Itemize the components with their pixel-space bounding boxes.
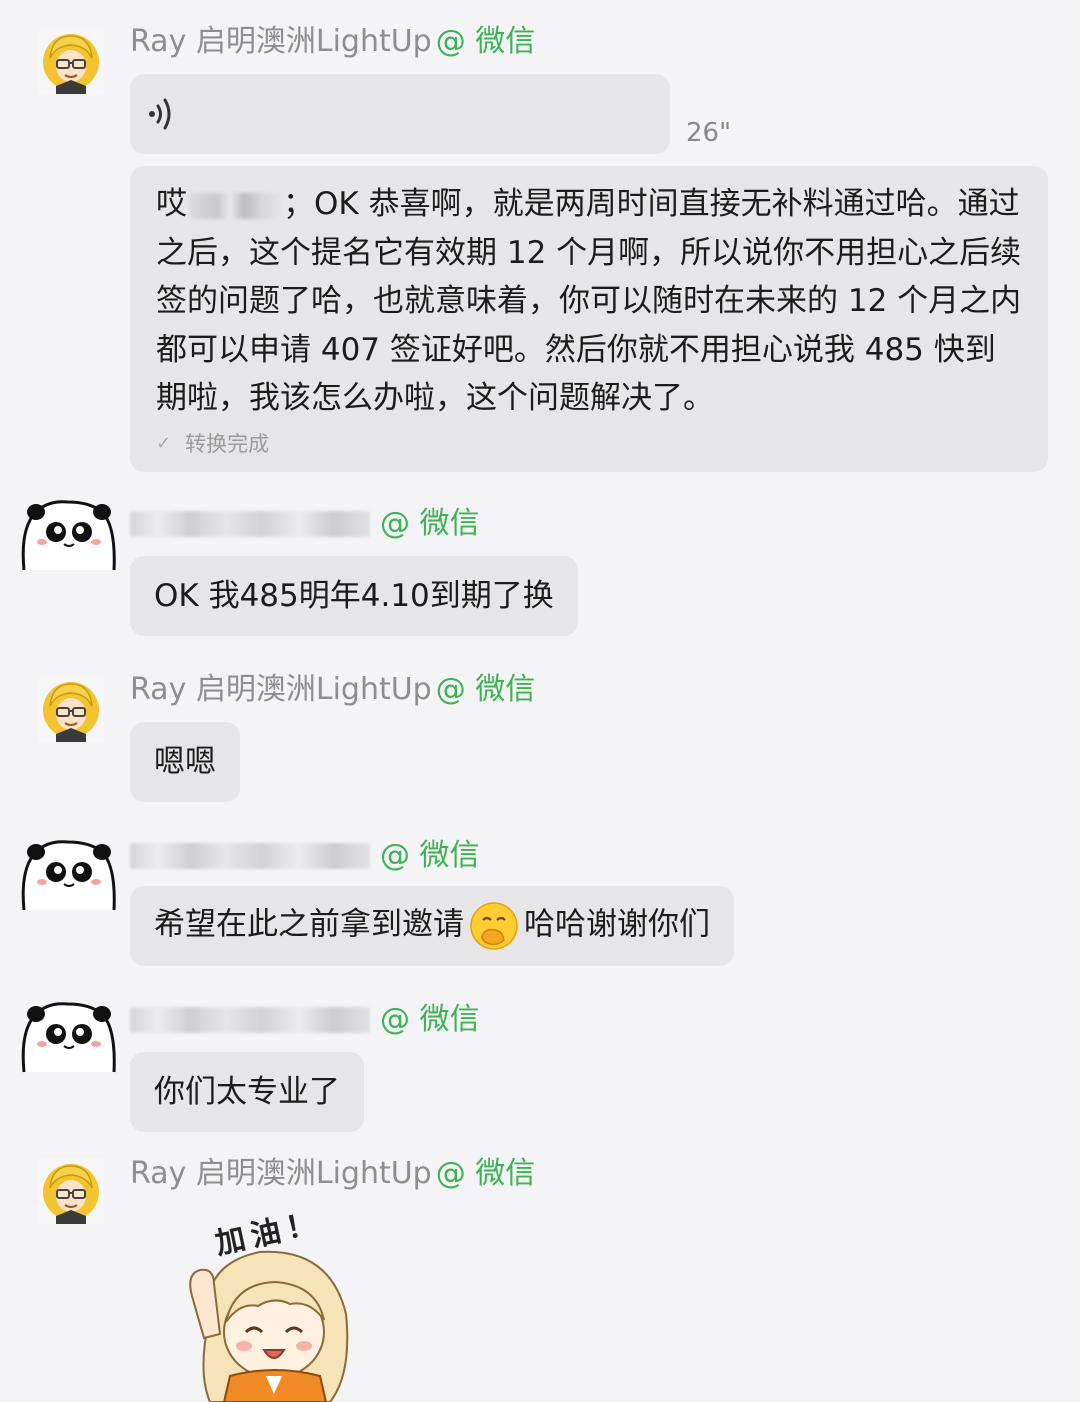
text-message-bubble[interactable]: OK 我485明年4.10到期了换 (130, 556, 578, 636)
sender-name-row: @ 微信 (130, 836, 480, 876)
text-message-bubble[interactable]: 嗯嗯 (130, 722, 240, 802)
avatar[interactable] (18, 498, 120, 572)
blurred-name (189, 192, 281, 219)
sender-name-row: Ray 启明澳洲LightUp @ 微信 (130, 22, 535, 62)
avatar[interactable] (38, 28, 104, 94)
text-message-bubble[interactable]: 你们太专业了 (130, 1052, 364, 1132)
sender-tag: @ 微信 (380, 506, 480, 541)
sender-name[interactable]: Ray 启明澳洲LightUp (130, 22, 432, 62)
sender-tag: @ 微信 (380, 838, 480, 873)
voice-message-bubble[interactable] (130, 74, 670, 154)
voice-duration: 26" (686, 118, 732, 148)
sender-name[interactable]: Ray 启明澳洲LightUp (130, 670, 432, 710)
voice-wave-icon (149, 98, 171, 130)
transcript-bubble[interactable]: 哎；OK 恭喜啊，就是两周时间直接无补料通过哈。通过之后，这个提名它有效期 12… (130, 166, 1048, 472)
panda-avatar-icon (18, 838, 120, 912)
text-message-bubble[interactable]: 希望在此之前拿到邀请 哈哈谢谢你们 (130, 886, 734, 966)
blurred-sender-name (130, 843, 370, 869)
sender-name-row: @ 微信 (130, 1000, 480, 1040)
sender-name-row: @ 微信 (130, 504, 480, 544)
avatar[interactable] (18, 838, 120, 912)
transcript-text: 哎；OK 恭喜啊，就是两周时间直接无补料通过哈。通过之后，这个提名它有效期 12… (156, 180, 1022, 423)
sender-tag: @ 微信 (435, 672, 536, 707)
sender-tag: @ 微信 (435, 1156, 536, 1191)
transcript-text-start: 哎 (156, 186, 187, 222)
blurred-sender-name (130, 1007, 370, 1033)
blurred-sender-name (130, 511, 370, 537)
avatar[interactable] (38, 676, 104, 742)
transcript-status-label: 转换完成 (185, 431, 270, 456)
panda-avatar-icon (18, 498, 120, 572)
message-text-before: 希望在此之前拿到邀请 (154, 906, 464, 943)
avatar[interactable] (18, 1000, 120, 1074)
sender-name-row: Ray 启明澳洲LightUp @ 微信 (130, 670, 535, 710)
message-text: OK 我485明年4.10到期了换 (154, 578, 554, 614)
sender-tag: @ 微信 (380, 1002, 480, 1037)
sticker-message[interactable]: 加油！ (170, 1204, 370, 1402)
sender-name-row: Ray 启明澳洲LightUp @ 微信 (130, 1154, 535, 1194)
ray-avatar-icon (38, 28, 104, 94)
avatar[interactable] (38, 1158, 104, 1224)
transcript-status: ✓ 转换完成 (156, 429, 1022, 459)
ray-avatar-icon (38, 676, 104, 742)
sender-tag: @ 微信 (435, 24, 536, 59)
ray-avatar-icon (38, 1158, 104, 1224)
message-text: 嗯嗯 (154, 744, 216, 780)
check-icon: ✓ (156, 432, 172, 454)
face-with-hand-over-mouth-emoji (470, 902, 518, 950)
message-text-after: 哈哈谢谢你们 (524, 906, 710, 943)
panda-avatar-icon (18, 1000, 120, 1074)
transcript-text-rest: ；OK 恭喜啊，就是两周时间直接无补料通过哈。通过之后，这个提名它有效期 12 … (156, 186, 1022, 416)
sender-name[interactable]: Ray 启明澳洲LightUp (130, 1154, 432, 1194)
message-text: 你们太专业了 (154, 1074, 340, 1110)
